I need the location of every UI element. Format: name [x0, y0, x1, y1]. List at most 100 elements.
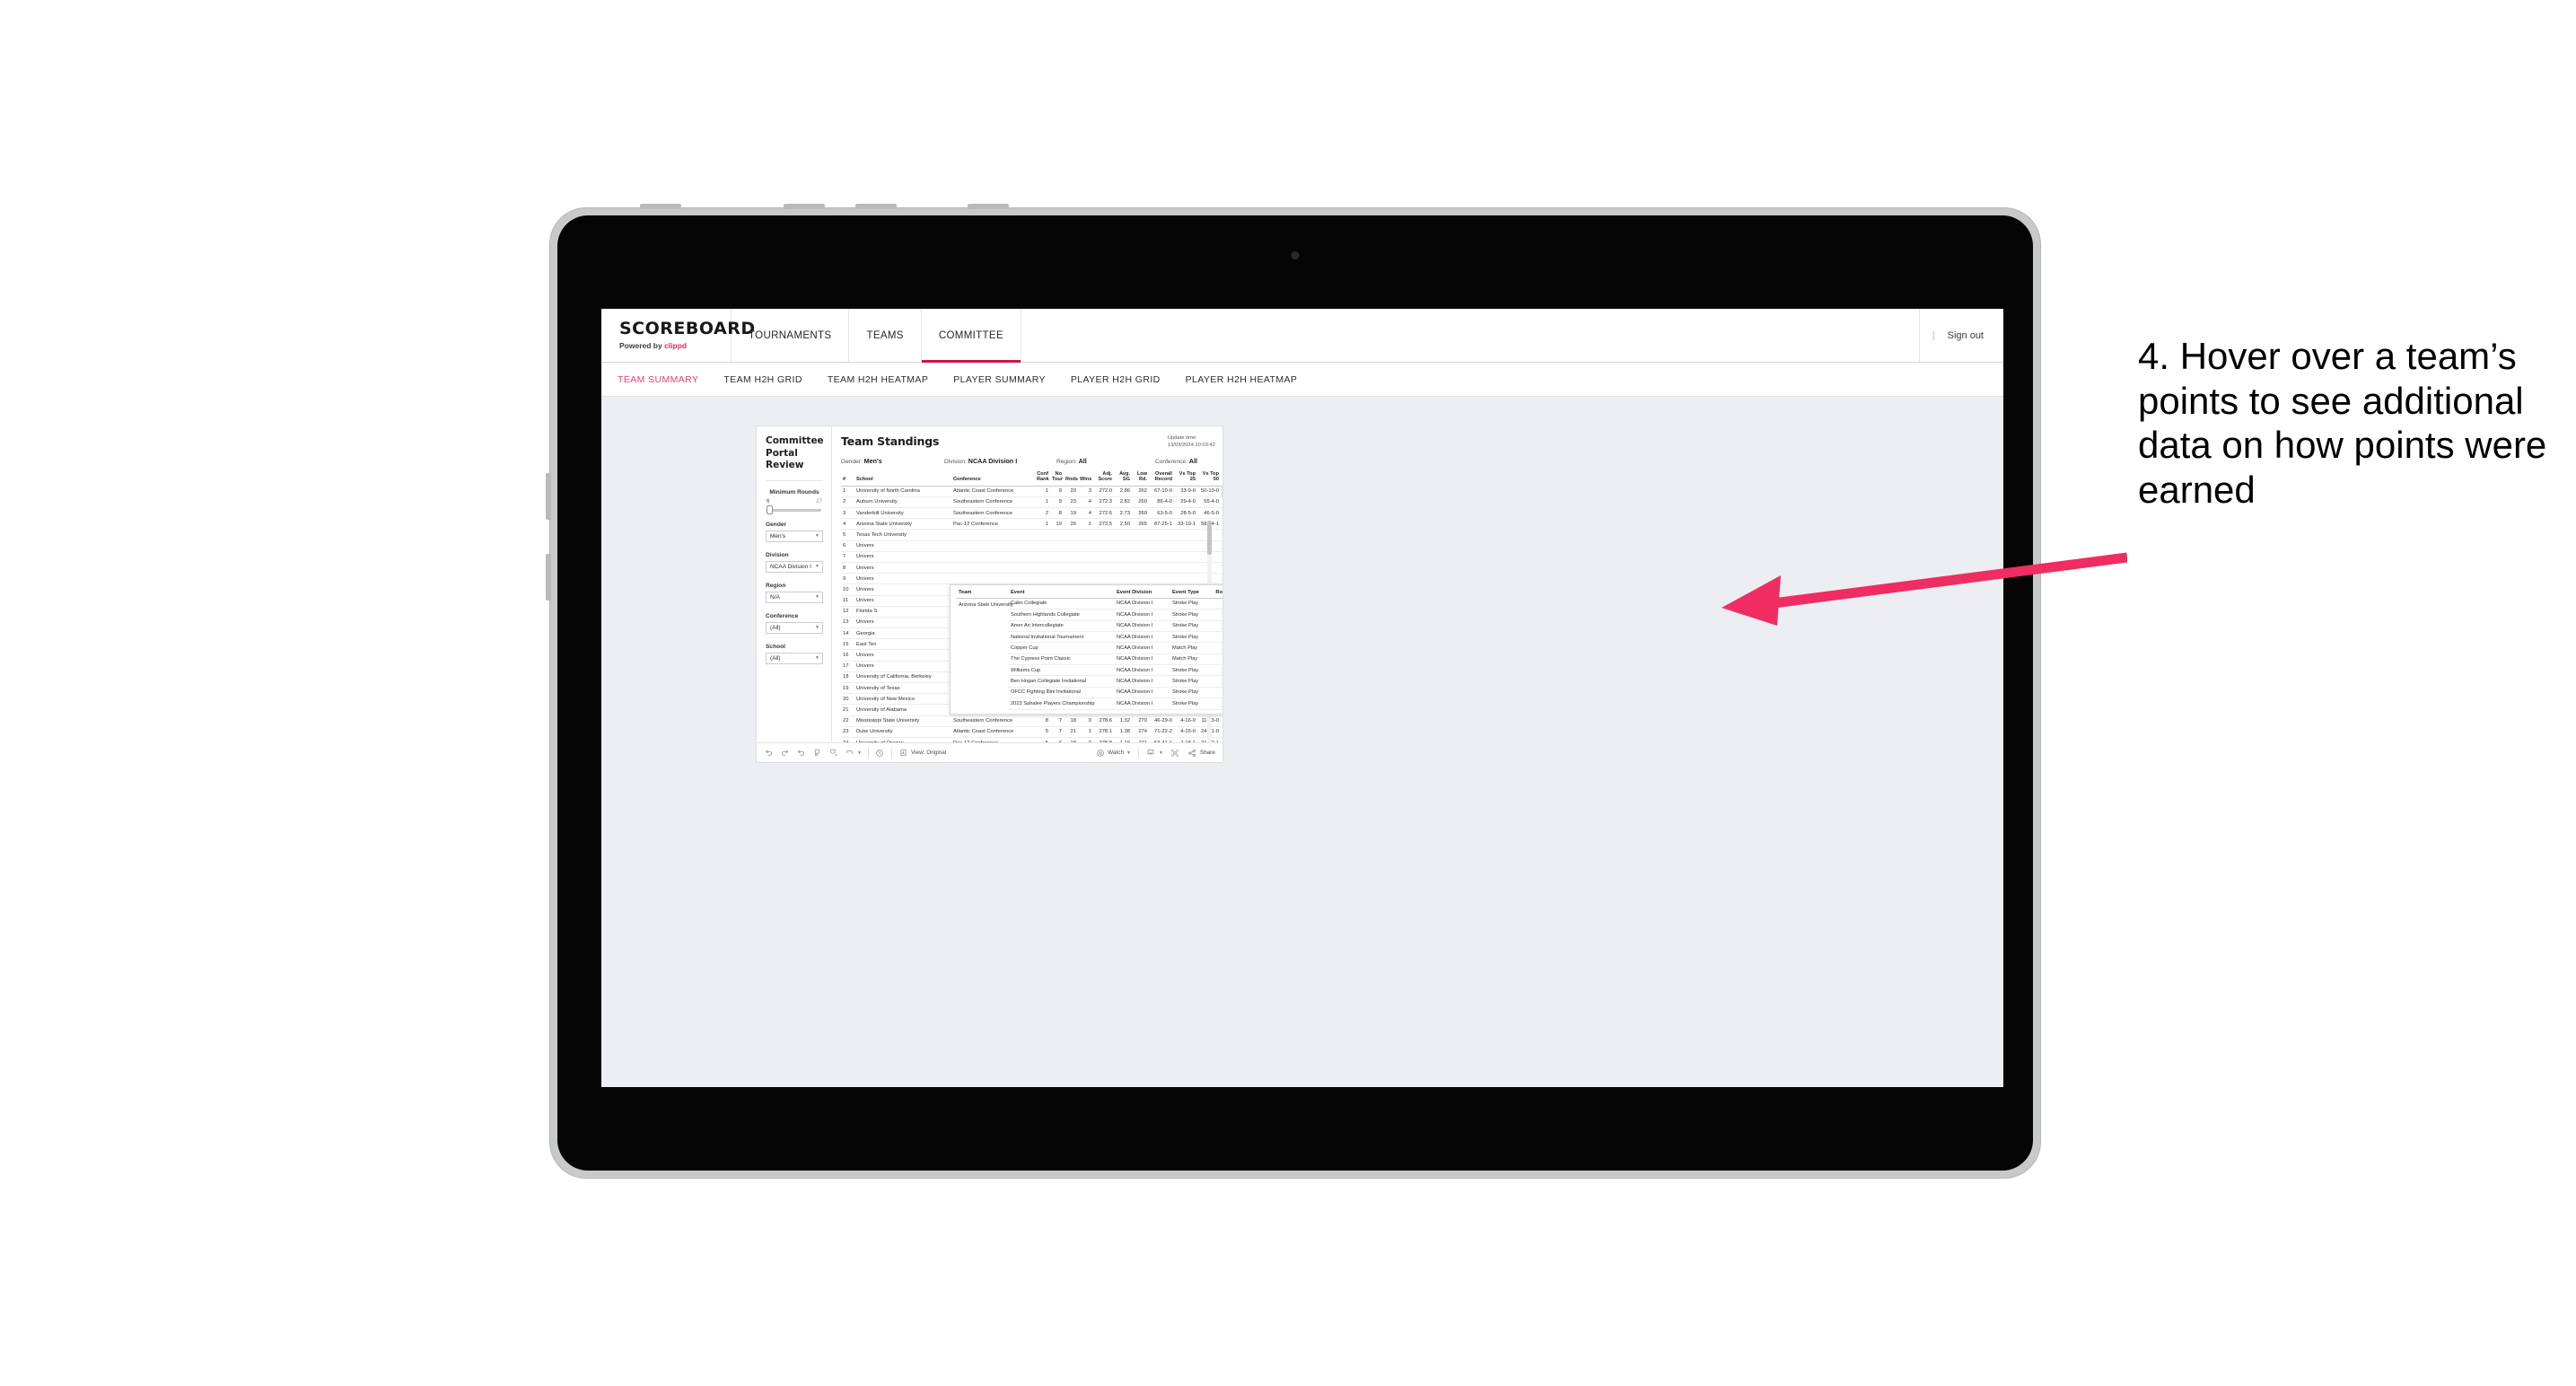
cell-wins: 4: [1078, 507, 1093, 520]
redo-icon[interactable]: [780, 748, 790, 758]
nav-tab-tournaments[interactable]: TOURNAMENTS: [732, 309, 850, 362]
standings-col-10[interactable]: Overall Record: [1149, 470, 1174, 487]
table-row[interactable]: 3 Vanderbilt University Southeastern Confe…: [841, 507, 1222, 520]
tooltip-col-event: Event: [1008, 589, 1114, 599]
standings-col-7[interactable]: Adj. Score: [1093, 470, 1114, 487]
cell-points[interactable]: 85.02: [1221, 507, 1222, 520]
refresh-data-icon[interactable]: [812, 748, 822, 758]
subnav-tab-player-h2h-grid[interactable]: PLAYER H2H GRID: [1071, 374, 1161, 385]
cell-points[interactable]: 42.58: [1221, 737, 1222, 742]
table-row[interactable]: 5 Texas Tech University: [841, 529, 1222, 541]
cell-conf_rank: [1035, 573, 1050, 585]
cell-adj_score: 272.3: [1093, 496, 1114, 509]
chevron-down-icon: ▼: [1158, 750, 1163, 756]
share-control[interactable]: Share: [1187, 748, 1215, 758]
table-row[interactable]: 7 Univers: [841, 551, 1222, 563]
slider-thumb[interactable]: [767, 505, 773, 515]
standings-col-5[interactable]: Rnds: [1064, 470, 1078, 487]
school-dropdown[interactable]: (All) ▼: [766, 652, 823, 664]
tooltip-cell-type: Stroke Play: [1170, 697, 1213, 710]
subnav-tab-team-h2h-heatmap[interactable]: TEAM H2H HEATMAP: [828, 374, 928, 385]
tooltip-cell-type: Stroke Play: [1170, 609, 1213, 621]
table-row[interactable]: 23 Duke University Atlantic Coast Conferen…: [841, 726, 1222, 738]
cell-rank: 3: [841, 507, 854, 520]
tooltip-cell-event: Copper Cup: [1008, 642, 1114, 654]
cell-points[interactable]: [1221, 529, 1222, 541]
region-dropdown[interactable]: N/A ▼: [766, 591, 823, 603]
custom-views-control[interactable]: ▼: [845, 748, 862, 758]
standings-table-head: # School Conference Conf Rank No Tour Rnds Win…: [841, 470, 1222, 487]
conference-dropdown[interactable]: (All) ▼: [766, 621, 823, 634]
minimum-rounds-label: Minimum Rounds: [769, 488, 819, 496]
standings-col-3[interactable]: Conf Rank: [1035, 470, 1050, 487]
cell-points[interactable]: [1221, 540, 1222, 552]
standings-col-12[interactable]: Vs Top 50: [1197, 470, 1221, 487]
tooltip-cell-type: Stroke Play: [1170, 631, 1213, 644]
table-row[interactable]: 24University of OregonPac-12 Conference5…: [841, 737, 1222, 742]
table-row[interactable]: 6 Univers: [841, 540, 1222, 552]
standings-col-1[interactable]: School: [854, 470, 951, 487]
subnav-tab-team-summary[interactable]: TEAM SUMMARY: [618, 374, 698, 385]
signout-link[interactable]: Sign out: [1948, 330, 1984, 341]
cell-school: Univers: [854, 540, 951, 552]
table-row[interactable]: 22 Mississippi State University Southeaste…: [841, 715, 1222, 727]
criteria-conference-key: Conference:: [1155, 458, 1189, 465]
table-row[interactable]: 8 Univers: [841, 562, 1222, 575]
scrollbar-thumb[interactable]: [1207, 520, 1212, 555]
standings-col-11[interactable]: Vs Top 25: [1174, 470, 1197, 487]
standings-col-8[interactable]: Avg. SG: [1114, 470, 1132, 487]
standings-col-0[interactable]: #: [841, 470, 854, 487]
standings-col-2[interactable]: Conference: [951, 470, 1035, 487]
cell-vs25: 33-9-0: [1174, 486, 1197, 497]
cell-points[interactable]: 45.81: [1221, 715, 1222, 727]
cell-rank: 13: [841, 617, 854, 629]
cell-low_rd: 274: [1132, 726, 1149, 738]
cell-points[interactable]: [1221, 551, 1222, 563]
cell-points[interactable]: 79.52: [1221, 518, 1222, 531]
table-row[interactable]: 4 Arizona State University Pac-12 Conferen…: [841, 518, 1222, 531]
tooltip-cell-rounds: 1: [1213, 654, 1222, 666]
standings-col-4[interactable]: No Tour: [1050, 470, 1064, 487]
cell-rank: 14: [841, 627, 854, 640]
criteria-conference: Conference: All: [1155, 457, 1197, 465]
cell-points[interactable]: [1221, 573, 1222, 585]
cell-low_rd: 260: [1132, 496, 1149, 509]
watch-control[interactable]: Watch ▼: [1095, 748, 1131, 758]
table-row[interactable]: 1 University of North Carolina Atlantic Co…: [841, 486, 1222, 497]
tooltip-col-rounds: Rounds: [1213, 589, 1222, 599]
standings-col-9[interactable]: Low Rd.: [1132, 470, 1149, 487]
tooltip-cell-type: Stroke Play: [1170, 675, 1213, 688]
nav-tab-teams[interactable]: TEAMS: [849, 309, 922, 362]
table-row[interactable]: 9 Univers: [841, 573, 1222, 585]
cell-points[interactable]: 42.71: [1221, 726, 1222, 738]
division-dropdown[interactable]: NCAA Division I ▼: [766, 560, 823, 573]
subnav-tab-player-summary[interactable]: PLAYER SUMMARY: [953, 374, 1046, 385]
tooltip-cell-event: Ben Hogan Collegiate Invitational: [1008, 675, 1114, 688]
table-row[interactable]: 2 Auburn University Southeastern Conferenc…: [841, 496, 1222, 509]
annotation-callout-text: 4. Hover over a team’s points to see add…: [2138, 335, 2547, 511]
subnav-tab-team-h2h-grid[interactable]: TEAM H2H GRID: [723, 374, 802, 385]
share-label: Share: [1199, 750, 1215, 756]
standings-col-6[interactable]: Wins: [1078, 470, 1093, 487]
download-control[interactable]: ▼: [1146, 748, 1163, 758]
minimum-rounds-slider[interactable]: [767, 505, 821, 515]
subnav-tab-player-h2h-heatmap[interactable]: PLAYER H2H HEATMAP: [1186, 374, 1298, 385]
cell-points[interactable]: [1221, 562, 1222, 575]
view-original-control[interactable]: View: Original: [898, 748, 946, 758]
standings-panel: Team Standings Update time: 13/03/2024 1…: [832, 426, 1222, 742]
undo-icon[interactable]: [764, 748, 774, 758]
cell-record: [1149, 529, 1174, 541]
cell-points[interactable]: 93.31: [1221, 496, 1222, 509]
standings-col-13[interactable]: Points: [1221, 470, 1222, 487]
gender-dropdown[interactable]: Men's ▼: [766, 530, 823, 542]
nav-tab-committee[interactable]: COMMITTEE: [921, 309, 1021, 363]
cell-points[interactable]: 97.02: [1221, 486, 1222, 497]
fullscreen-icon[interactable]: [1170, 748, 1180, 758]
cell-rnds: [1064, 573, 1078, 585]
pause-auto-update-icon[interactable]: [875, 748, 885, 758]
brand-logo[interactable]: SCOREBOARD Powered by clippd: [601, 309, 755, 362]
tooltip-cell-event: Williams Cup: [1008, 664, 1114, 677]
revert-icon[interactable]: [796, 748, 806, 758]
pause-updates-icon[interactable]: [828, 748, 838, 758]
custom-views-icon: [845, 748, 854, 758]
